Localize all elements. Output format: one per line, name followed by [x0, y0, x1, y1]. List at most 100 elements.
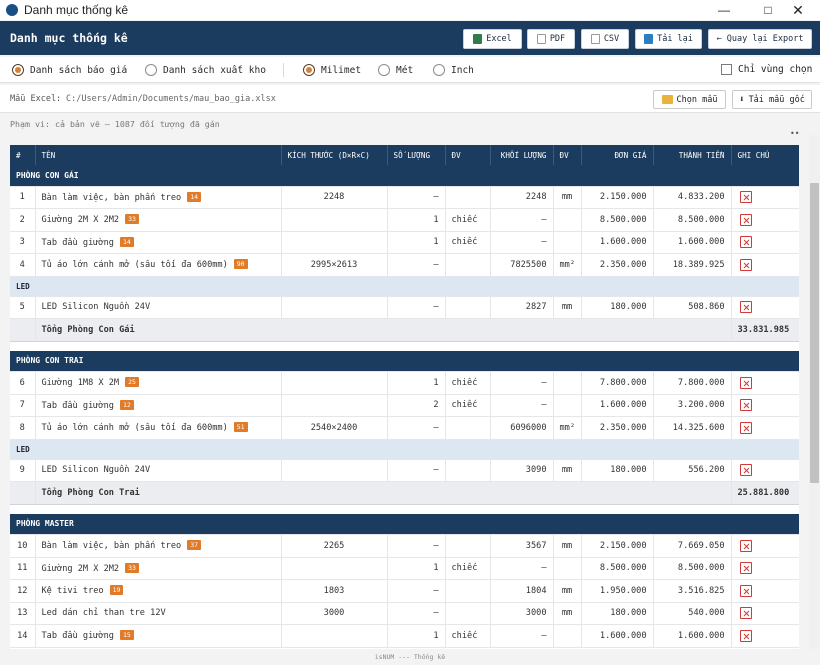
- delete-icon[interactable]: [739, 584, 752, 597]
- radio-unit-mm[interactable]: Milimet: [303, 64, 361, 76]
- table-row[interactable]: 14 Tab đầu giường 15 1 chiếc — 1.600.000 1.600.…: [10, 624, 799, 648]
- item-qty[interactable]: —: [387, 534, 446, 558]
- item-price[interactable]: 180.000: [581, 602, 654, 625]
- item-price[interactable]: 8.500.000: [581, 208, 654, 232]
- table-row[interactable]: 6 Giường 1M8 X 2M 25 1 chiếc — 7.800.000 7.800.…: [10, 371, 799, 395]
- delete-icon[interactable]: [739, 607, 752, 620]
- item-size[interactable]: 2995×2613: [281, 253, 388, 277]
- item-price[interactable]: 2.150.000: [581, 534, 654, 558]
- delete-icon[interactable]: [739, 399, 752, 412]
- item-size[interactable]: 2265: [281, 534, 388, 558]
- item-qty[interactable]: 2: [387, 394, 446, 417]
- delete-icon[interactable]: [739, 191, 752, 204]
- delete-icon[interactable]: [739, 213, 752, 226]
- item-name[interactable]: Tủ áo lớn cánh mở (sâu tối đa 600mm) 51: [35, 416, 282, 440]
- item-size[interactable]: 1803: [281, 579, 388, 603]
- table-row[interactable]: 8 Tủ áo lớn cánh mở (sâu tối đa 600mm) 51 2…: [10, 416, 799, 440]
- item-qty[interactable]: —: [387, 253, 446, 277]
- item-name[interactable]: Kệ tivi treo 19: [35, 579, 282, 603]
- table-row[interactable]: 2 Giường 2M X 2M2 33 1 chiếc — 8.500.000 8.500.…: [10, 208, 799, 232]
- table-row[interactable]: 4 Tủ áo lớn cánh mở (sâu tối đa 600mm) 90 2…: [10, 253, 799, 277]
- delete-icon[interactable]: [739, 258, 752, 271]
- item-qty[interactable]: —: [387, 602, 446, 625]
- item-name[interactable]: Tab đầu giường 15: [35, 624, 282, 648]
- item-size[interactable]: [281, 557, 388, 580]
- item-name[interactable]: LED Silicon Nguồn 24V: [35, 296, 282, 319]
- item-price[interactable]: 2.350.000: [581, 253, 654, 277]
- item-name[interactable]: Tab đầu giường 12: [35, 394, 282, 417]
- item-size[interactable]: 2248: [281, 186, 388, 209]
- delete-icon[interactable]: [739, 539, 752, 552]
- item-price[interactable]: 8.500.000: [581, 557, 654, 580]
- item-size[interactable]: 3000: [281, 602, 388, 625]
- export-excel-button[interactable]: Excel: [463, 29, 522, 49]
- col-header-volume[interactable]: KHỐI LƯỢNG: [490, 145, 554, 165]
- delete-icon[interactable]: [739, 376, 752, 389]
- table-row[interactable]: 7 Tab đầu giường 12 2 chiếc — 1.600.000 3.200.0…: [10, 394, 799, 417]
- col-header-qty[interactable]: SỐ LƯỢNG: [387, 145, 446, 165]
- table-row[interactable]: 12 Kệ tivi treo 19 1803— 1804 mm 1.950.000 3.51…: [10, 579, 799, 603]
- item-price[interactable]: 1.600.000: [581, 624, 654, 648]
- close-icon[interactable]: ✕: [776, 0, 820, 20]
- item-qty[interactable]: 1: [387, 557, 446, 580]
- table-row[interactable]: 9 LED Silicon Nguồn 24V — 3090 mm 180.000 556.…: [10, 459, 799, 482]
- item-name[interactable]: Led dán chỉ than tre 12V: [35, 602, 282, 625]
- choose-template-button[interactable]: Chọn mẫu: [653, 90, 726, 109]
- item-name[interactable]: Bàn làm việc, bàn phấn treo 14: [35, 186, 282, 209]
- item-qty[interactable]: —: [387, 186, 446, 209]
- delete-icon[interactable]: [739, 464, 752, 477]
- col-header-amount[interactable]: THÀNH TIỀN: [653, 145, 732, 165]
- item-name[interactable]: Tủ áo lớn cánh mở (sâu tối đa 600mm) 90: [35, 253, 282, 277]
- minimize-icon[interactable]: —: [702, 0, 746, 20]
- item-price[interactable]: 1.950.000: [581, 579, 654, 603]
- delete-icon[interactable]: [739, 629, 752, 642]
- col-header-size[interactable]: KÍCH THƯỚC (D×R×C): [281, 145, 388, 165]
- col-header-name[interactable]: TÊN: [35, 145, 282, 165]
- item-price[interactable]: 180.000: [581, 296, 654, 319]
- item-qty[interactable]: 1: [387, 208, 446, 232]
- download-template-button[interactable]: ⬇ Tải mẫu gốc: [732, 90, 812, 109]
- item-name[interactable]: Tab đầu giường 14: [35, 231, 282, 254]
- item-name[interactable]: Giường 2M X 2M2 33: [35, 208, 282, 232]
- table-row[interactable]: 11 Giường 2M X 2M2 33 1 chiếc — 8.500.000 8.500…: [10, 557, 799, 580]
- item-name[interactable]: LED Silicon Nguồn 24V: [35, 459, 282, 482]
- radio-list-export[interactable]: Danh sách xuất kho: [145, 64, 266, 76]
- col-header-no[interactable]: #: [10, 145, 36, 165]
- export-pdf-button[interactable]: PDF: [527, 29, 575, 49]
- item-qty[interactable]: —: [387, 459, 446, 482]
- item-size[interactable]: 2540×2400: [281, 416, 388, 440]
- col-header-price[interactable]: ĐƠN GIÁ: [581, 145, 654, 165]
- back-to-export-button[interactable]: ← Quay lại Export: [708, 29, 812, 49]
- table-row[interactable]: 13 Led dán chỉ than tre 12V 3000—3000 mm 180…: [10, 602, 799, 625]
- item-qty[interactable]: 1: [387, 624, 446, 648]
- reload-button[interactable]: Tải lại: [635, 29, 702, 49]
- item-price[interactable]: 1.600.000: [581, 231, 654, 254]
- item-price[interactable]: 2.150.000: [581, 186, 654, 209]
- item-price[interactable]: 1.600.000: [581, 394, 654, 417]
- item-price[interactable]: 180.000: [581, 459, 654, 482]
- item-name[interactable]: Bàn làm việc, bàn phấn treo 37: [35, 534, 282, 558]
- col-header-unit[interactable]: ĐV: [445, 145, 491, 165]
- item-price[interactable]: 7.800.000: [581, 371, 654, 395]
- item-name[interactable]: Giường 2M X 2M2 33: [35, 557, 282, 580]
- item-size[interactable]: [281, 231, 388, 254]
- item-name[interactable]: Giường 1M8 X 2M 25: [35, 371, 282, 395]
- table-row[interactable]: 5 LED Silicon Nguồn 24V — 2827 mm 180.000 508.…: [10, 296, 799, 319]
- export-csv-button[interactable]: CSV: [581, 29, 629, 49]
- table-row[interactable]: 3 Tab đầu giường 14 1 chiếc — 1.600.000 1.600.0…: [10, 231, 799, 254]
- radio-list-quote[interactable]: Danh sách báo giá: [12, 64, 127, 76]
- delete-icon[interactable]: [739, 421, 752, 434]
- delete-icon[interactable]: [739, 562, 752, 575]
- delete-icon[interactable]: [739, 236, 752, 249]
- vertical-scrollbar[interactable]: [809, 135, 820, 649]
- resize-handle-icon[interactable]: ••: [790, 129, 799, 138]
- item-qty[interactable]: 1: [387, 231, 446, 254]
- radio-unit-m[interactable]: Mét: [378, 64, 413, 76]
- item-size[interactable]: [281, 208, 388, 232]
- item-qty[interactable]: 1: [387, 371, 446, 395]
- radio-unit-inch[interactable]: Inch: [433, 64, 474, 76]
- col-header-volume-unit[interactable]: ĐV: [553, 145, 582, 165]
- item-size[interactable]: [281, 459, 388, 482]
- scrollbar-thumb[interactable]: [810, 183, 819, 483]
- item-size[interactable]: [281, 624, 388, 648]
